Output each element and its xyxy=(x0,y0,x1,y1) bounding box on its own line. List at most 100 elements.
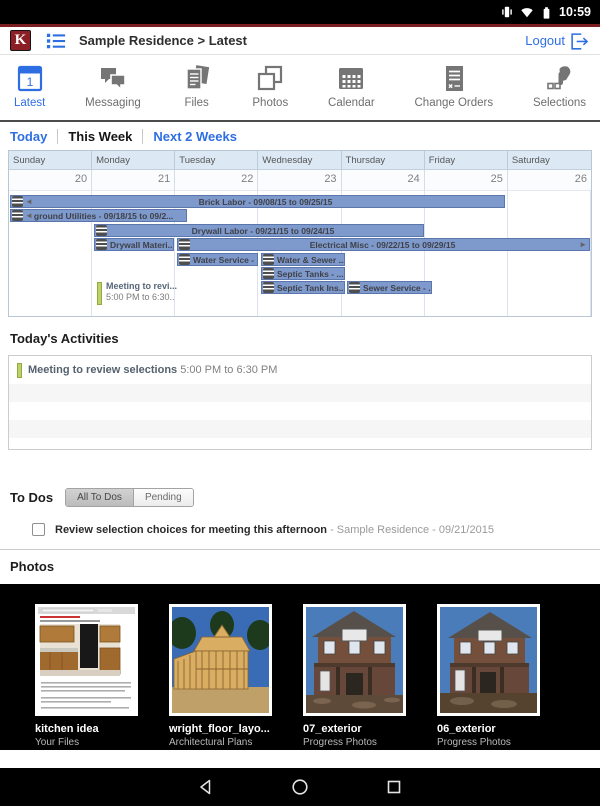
photo-name: 07_exterior xyxy=(303,723,362,735)
android-status-bar: 10:59 xyxy=(0,0,600,24)
logout-button[interactable]: Logout xyxy=(525,30,590,52)
task-icon xyxy=(263,268,274,279)
event-bar-electrical-misc[interactable]: Electrical Misc - 09/22/15 to 09/29/15 ► xyxy=(177,238,590,251)
tab-photos[interactable]: Photos xyxy=(248,61,292,120)
photo-card[interactable]: 07_exterior Progress Photos xyxy=(303,604,406,750)
project-list-icon[interactable] xyxy=(45,31,67,51)
back-button[interactable] xyxy=(196,777,216,797)
photo-card[interactable]: kitchen idea Your Files xyxy=(35,604,138,750)
clock: 10:59 xyxy=(559,5,591,19)
continues-left-icon: ◄ xyxy=(25,196,33,206)
event-label: Water Service - ... xyxy=(193,254,258,265)
continues-left-icon: ◄ xyxy=(25,210,33,220)
todo-meta: - Sample Residence - 09/21/2015 xyxy=(327,523,494,536)
event-bar-water-service[interactable]: Water Service - ... xyxy=(177,253,258,266)
day-header: Monday xyxy=(92,151,176,170)
day-header: Thursday xyxy=(341,151,425,170)
content-bottom-gap xyxy=(0,750,600,768)
calendar-date-row: 20 21 22 23 24 25 26 xyxy=(9,170,591,191)
event-bar-brick-labor[interactable]: ◄ Brick Labor - 09/08/15 to 09/25/15 xyxy=(10,195,505,208)
tab-change-orders[interactable]: Change Orders xyxy=(411,61,498,120)
date-cell[interactable]: 23 xyxy=(258,170,342,191)
event-bar-sewer-service[interactable]: Sewer Service - ... xyxy=(347,281,432,294)
date-cell[interactable]: 25 xyxy=(424,170,508,191)
todos-filter-group: All To Dos Pending xyxy=(65,488,194,507)
tab-calendar[interactable]: Calendar xyxy=(324,61,379,120)
event-label: Drywall Labor - 09/21/15 to 09/24/15 xyxy=(191,225,335,236)
task-icon xyxy=(96,239,107,250)
recents-button[interactable] xyxy=(384,777,404,797)
activity-row[interactable]: Meeting to review selections 5:00 PM to … xyxy=(9,356,591,378)
photo-thumbnail-07-exterior[interactable] xyxy=(303,604,406,716)
app-header: K Sample Residence > Latest Logout xyxy=(0,27,600,55)
event-label: ground Utilities - 09/18/15 to 09/2... xyxy=(33,210,174,221)
tab-label: Messaging xyxy=(85,97,141,109)
day-header: Saturday xyxy=(507,151,591,170)
event-label: Septic Tank Ins... xyxy=(277,282,345,293)
date-cell[interactable]: 24 xyxy=(341,170,425,191)
latest-calendar-icon: 1 xyxy=(17,65,42,92)
event-bar-water-sewer[interactable]: Water & Sewer ... xyxy=(261,253,345,266)
filter-all-todos[interactable]: All To Dos xyxy=(66,489,134,506)
photo-thumbnail-kitchen[interactable] xyxy=(35,604,138,716)
task-icon xyxy=(12,210,23,221)
svg-text:1: 1 xyxy=(26,75,33,89)
date-cell[interactable]: 26 xyxy=(507,170,591,191)
logout-door-icon xyxy=(571,32,589,50)
meeting-color-bar xyxy=(97,282,102,305)
activities-list: Meeting to review selections 5:00 PM to … xyxy=(8,355,592,450)
event-label: Drywall Materi... xyxy=(110,239,174,250)
filter-separator xyxy=(142,128,144,144)
photo-thumbnail-06-exterior[interactable] xyxy=(437,604,540,716)
photo-thumbnail-framing[interactable] xyxy=(169,604,272,716)
filter-today[interactable]: Today xyxy=(10,129,47,144)
photo-name: kitchen idea xyxy=(35,723,99,735)
tab-label: Calendar xyxy=(328,97,375,109)
tab-label: Files xyxy=(184,97,209,109)
photo-name: wright_floor_layo... xyxy=(169,723,270,735)
photo-card[interactable]: 06_exterior Progress Photos xyxy=(437,604,540,750)
photo-card[interactable]: wright_floor_layo... Architectural Plans xyxy=(169,604,272,750)
event-bar-drywall-materials[interactable]: Drywall Materi... xyxy=(94,238,174,251)
selections-hand-icon xyxy=(547,66,571,90)
change-orders-icon xyxy=(445,66,463,91)
activity-color-bar xyxy=(17,363,22,378)
todo-checkbox[interactable] xyxy=(32,523,45,536)
home-button[interactable] xyxy=(290,777,310,797)
event-bar-septic-tanks[interactable]: Septic Tanks - ... xyxy=(261,267,345,280)
day-header: Friday xyxy=(424,151,508,170)
app-screen: 10:59 K Sample Residence > Latest Logout… xyxy=(0,0,600,806)
event-label: Sewer Service - ... xyxy=(363,282,432,293)
task-icon xyxy=(179,239,190,250)
date-cell[interactable]: 22 xyxy=(175,170,259,191)
tab-messaging[interactable]: Messaging xyxy=(81,61,145,120)
filter-next-2-weeks[interactable]: Next 2 Weeks xyxy=(153,129,237,144)
filter-pending[interactable]: Pending xyxy=(133,489,193,506)
tab-label: Selections xyxy=(532,97,586,109)
task-icon xyxy=(263,254,274,265)
calendar-meeting-entry[interactable]: Meeting to revi... 5:00 PM to 6:30.. xyxy=(97,281,177,305)
continues-right-icon: ► xyxy=(579,239,587,249)
day-header: Wednesday xyxy=(258,151,342,170)
event-bar-drywall-labor[interactable]: Drywall Labor - 09/21/15 to 09/24/15 xyxy=(94,224,424,237)
event-label: Electrical Misc - 09/22/15 to 09/29/15 xyxy=(309,239,456,250)
photo-category: Your Files xyxy=(35,737,80,748)
battery-icon xyxy=(543,6,550,19)
tab-label: Change Orders xyxy=(414,97,494,109)
tab-selections[interactable]: Selections xyxy=(529,61,590,120)
event-bar-underground-utilities[interactable]: ◄ ground Utilities - 09/18/15 to 09/2... xyxy=(10,209,187,222)
tab-latest[interactable]: 1 Latest xyxy=(10,61,49,120)
date-cell[interactable]: 20 xyxy=(9,170,93,191)
event-bar-septic-tank-ins[interactable]: Septic Tank Ins... xyxy=(261,281,345,294)
task-icon xyxy=(349,282,360,293)
calendar-icon xyxy=(339,68,364,89)
date-cell[interactable]: 21 xyxy=(92,170,176,191)
app-logo[interactable]: K xyxy=(10,30,31,51)
filter-this-week[interactable]: This Week xyxy=(68,129,132,144)
tab-files[interactable]: Files xyxy=(177,61,217,120)
todo-row[interactable]: Review selection choices for meeting thi… xyxy=(32,523,600,536)
day-column xyxy=(342,191,425,316)
photo-strip: kitchen idea Your Files wright_floor_lay… xyxy=(0,584,600,750)
calendar-events-area: ◄ Brick Labor - 09/08/15 to 09/25/15 ◄ g… xyxy=(9,191,591,316)
day-header: Tuesday xyxy=(175,151,259,170)
